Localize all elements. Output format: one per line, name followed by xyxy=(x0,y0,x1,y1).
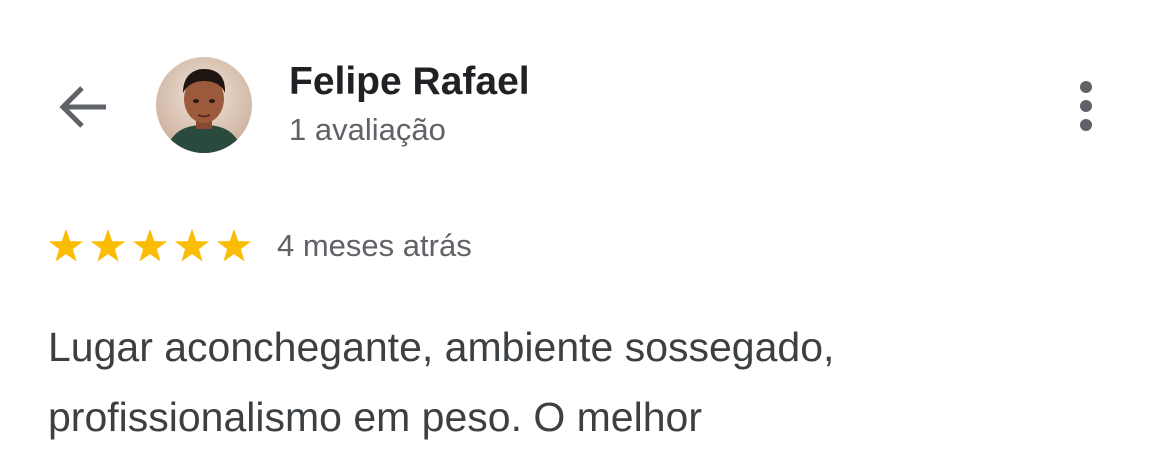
rating-row: 4 meses atrás xyxy=(47,224,472,268)
more-vertical-icon xyxy=(1080,81,1092,131)
more-options-button[interactable] xyxy=(1062,78,1110,134)
back-button[interactable] xyxy=(50,74,114,138)
star-icon xyxy=(174,228,210,262)
reviewer-info: Felipe Rafael 1 avaliação xyxy=(289,58,530,150)
star-icon xyxy=(90,228,126,262)
star-icon xyxy=(216,228,252,262)
review-count: 1 avaliação xyxy=(289,112,446,147)
review-text: Lugar aconchegante, ambiente sossegado, … xyxy=(48,324,835,440)
reviewer-name[interactable]: Felipe Rafael xyxy=(289,58,530,106)
avatar-photo xyxy=(156,57,252,153)
star-rating xyxy=(47,227,253,265)
star-icon xyxy=(48,228,84,262)
star-icon xyxy=(132,228,168,262)
avatar[interactable] xyxy=(156,57,252,153)
arrow-left-icon xyxy=(59,86,106,128)
review-date: 4 meses atrás xyxy=(277,228,472,263)
